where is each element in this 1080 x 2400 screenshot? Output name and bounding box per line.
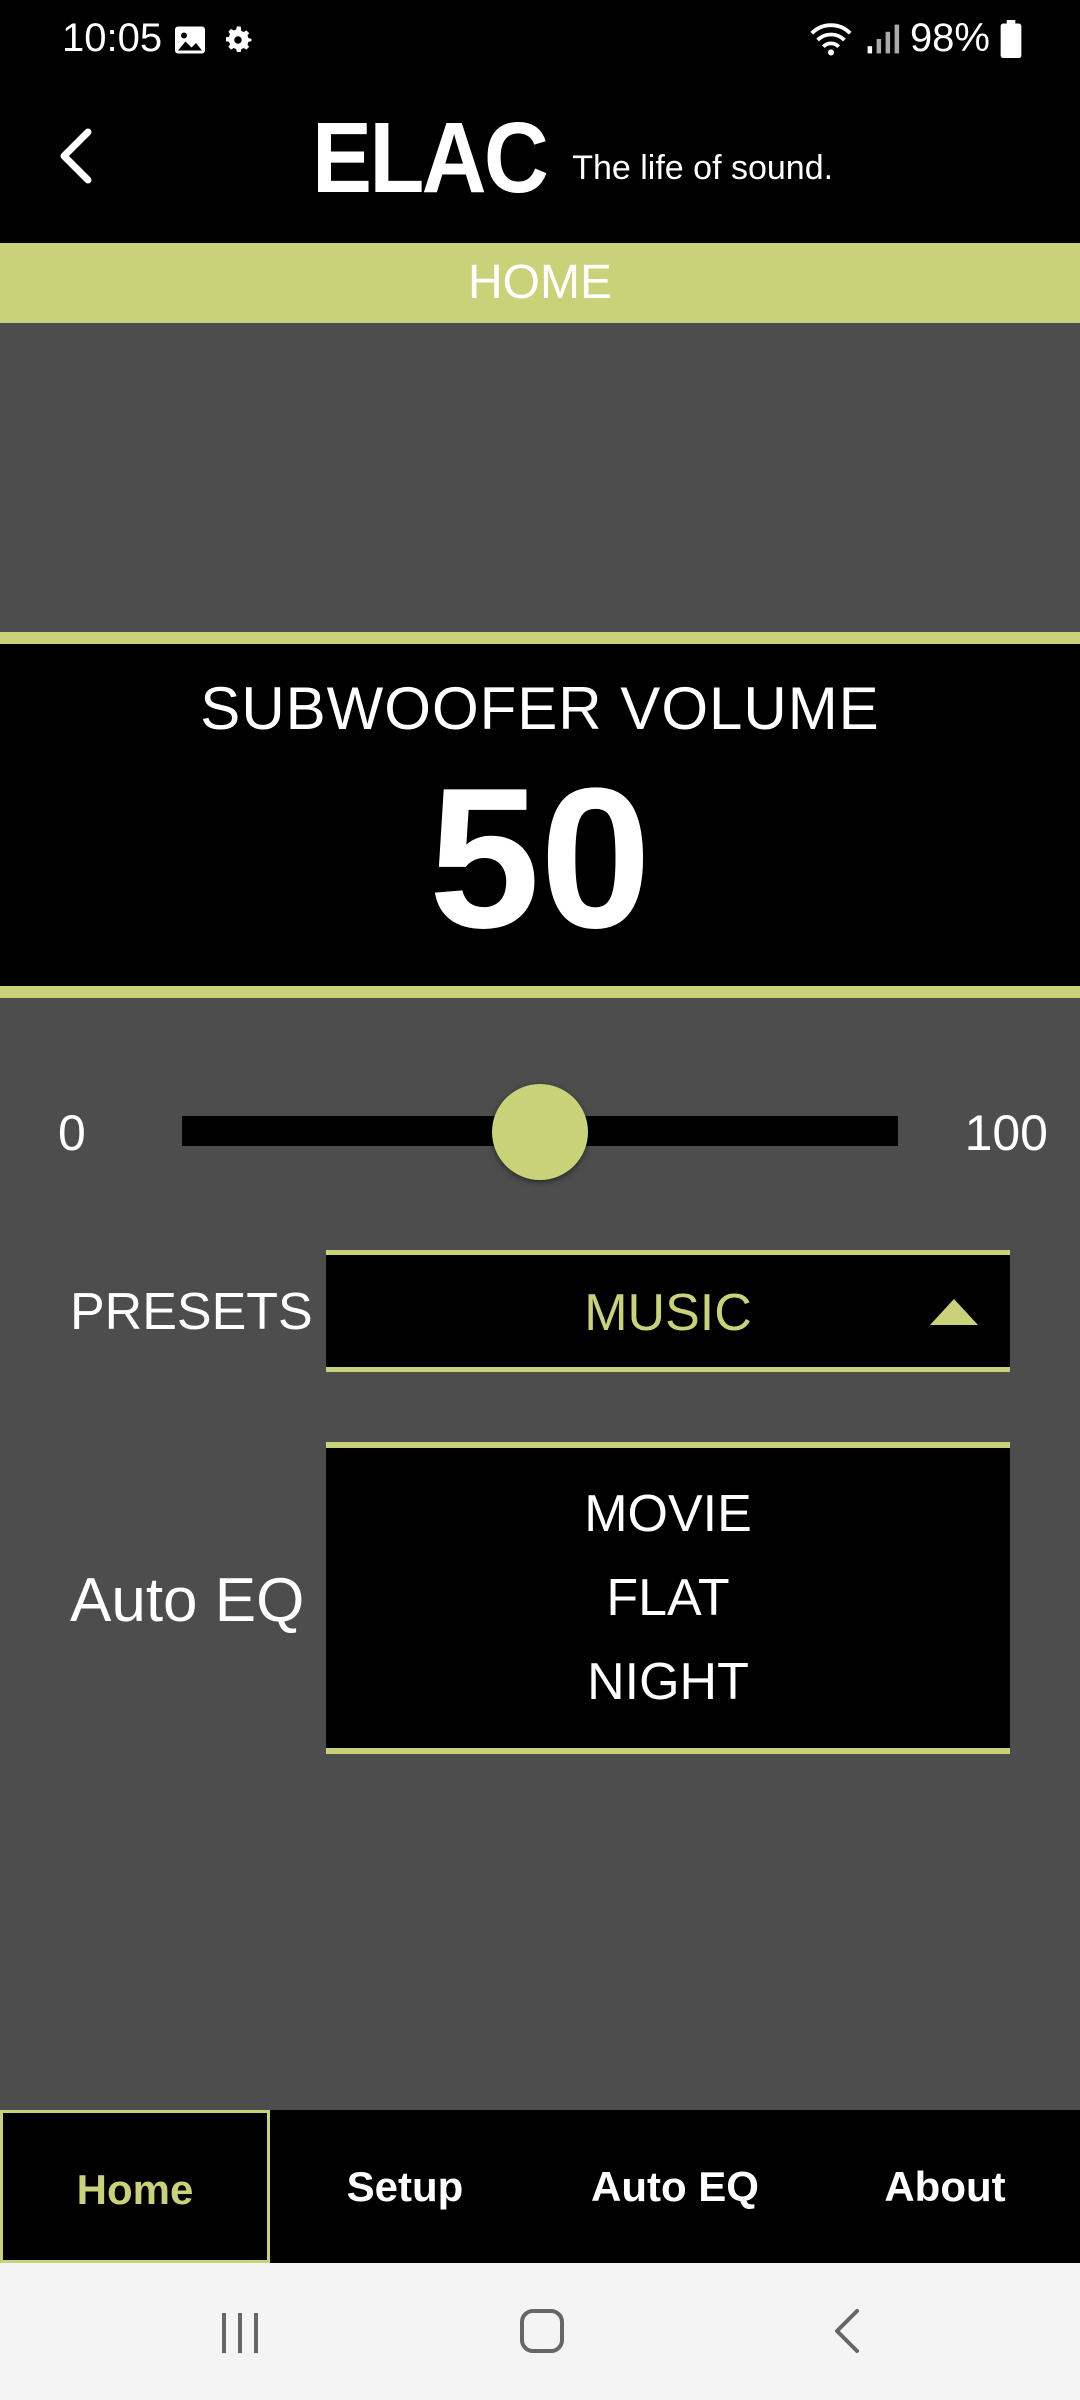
battery-percent: 98%	[909, 16, 990, 60]
presets-dropdown[interactable]: MUSIC	[326, 1250, 1010, 1372]
tab-home[interactable]: Home	[0, 2110, 270, 2263]
presets-options-list: MOVIE FLAT NIGHT	[326, 1442, 1010, 1754]
app-screen: 10:05 98% ELAC The life of sound. HOME S…	[0, 0, 1080, 2400]
status-icons-right: 98%	[808, 16, 1022, 61]
home-circle-icon	[520, 2309, 564, 2353]
signal-icon	[867, 24, 900, 53]
home-button[interactable]	[460, 2263, 620, 2400]
system-back-button[interactable]	[765, 2263, 925, 2400]
status-bar: 10:05 98%	[0, 0, 1080, 80]
auto-eq-label: Auto EQ	[70, 1566, 305, 1635]
subwoofer-volume-panel: SUBWOOFER VOLUME 50	[0, 632, 1080, 998]
page-title: HOME	[0, 243, 1080, 323]
chevron-left-icon	[60, 128, 92, 184]
volume-value: 50	[428, 747, 652, 970]
gear-icon	[226, 26, 252, 52]
bottom-tab-bar: Home Setup Auto EQ About	[0, 2110, 1080, 2263]
back-arrow-icon	[835, 2309, 859, 2353]
logo-mark: ELAC	[312, 102, 549, 214]
tab-about[interactable]: About	[810, 2110, 1080, 2263]
slider-max-label: 100	[964, 1105, 1048, 1161]
system-nav-bar	[0, 2263, 1080, 2400]
preset-option-night[interactable]: NIGHT	[326, 1652, 1010, 1712]
tab-auto-eq[interactable]: Auto EQ	[540, 2110, 810, 2263]
status-icons-left	[172, 22, 256, 58]
slider-min-label: 0	[58, 1105, 86, 1161]
elac-logo: ELAC The life of sound.	[312, 108, 834, 208]
presets-selected-value: MUSIC	[584, 1284, 752, 1342]
preset-option-movie[interactable]: MOVIE	[326, 1484, 1010, 1544]
logo-tagline: The life of sound.	[572, 149, 834, 187]
status-time: 10:05	[62, 16, 163, 60]
caret-up-icon	[930, 1299, 978, 1325]
presets-label: PRESETS	[70, 1283, 313, 1341]
volume-slider-thumb[interactable]	[492, 1084, 588, 1180]
recent-apps-icon	[222, 2313, 258, 2353]
app-header: ELAC The life of sound.	[0, 80, 1080, 243]
battery-icon	[1000, 19, 1022, 58]
tab-setup[interactable]: Setup	[270, 2110, 540, 2263]
recent-apps-button[interactable]	[160, 2263, 320, 2400]
volume-label: SUBWOOFER VOLUME	[200, 675, 880, 742]
wifi-icon	[810, 22, 852, 55]
preset-option-flat[interactable]: FLAT	[326, 1568, 1010, 1628]
image-icon	[175, 26, 205, 54]
back-button[interactable]	[40, 110, 120, 200]
